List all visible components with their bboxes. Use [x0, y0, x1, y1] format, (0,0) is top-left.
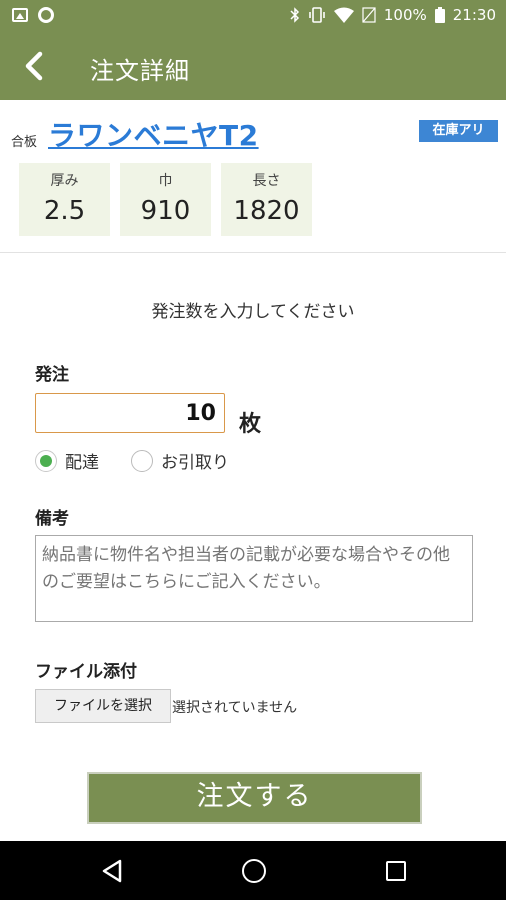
spec-label: 巾 [158, 173, 173, 189]
circle-home-icon[interactable] [242, 859, 266, 883]
divider [0, 252, 506, 253]
spec-length: 長さ 1820 [221, 163, 312, 236]
vibrate-icon [309, 7, 325, 23]
chevron-left-icon [25, 51, 43, 81]
sync-notification-icon [38, 7, 54, 23]
page-title: 注文詳細 [90, 57, 190, 85]
system-nav-bar [0, 841, 506, 900]
spec-value: 2.5 [43, 196, 86, 226]
radio-delivery[interactable] [35, 449, 57, 472]
wifi-icon [333, 7, 354, 23]
no-signal-icon [362, 7, 376, 23]
bluetooth-icon [290, 7, 299, 23]
square-recent-icon[interactable] [386, 861, 406, 881]
notes-field[interactable] [35, 535, 473, 622]
battery-percent: 100% [383, 6, 427, 24]
spec-width: 巾 910 [120, 163, 211, 236]
app-bar: 注文詳細 [0, 32, 506, 100]
stock-badge: 在庫アリ [419, 120, 498, 142]
spec-value: 1820 [233, 196, 300, 226]
unit-label: 枚 [239, 412, 262, 437]
delivery-options: 配達 お引取り [35, 448, 229, 473]
file-status-text: 選択されていません [172, 700, 298, 716]
battery-icon [434, 7, 445, 23]
spec-list: 厚み 2.5 巾 910 長さ 1820 [19, 163, 312, 236]
radio-pickup-label[interactable]: お引取り [161, 448, 229, 473]
radio-pickup[interactable] [131, 449, 153, 472]
triangle-back-icon[interactable] [100, 859, 124, 883]
radio-delivery-label[interactable]: 配達 [65, 448, 99, 473]
product-category: 合板 [11, 135, 38, 150]
notes-label: 備考 [35, 509, 69, 529]
back-button[interactable] [18, 46, 54, 86]
spec-value: 910 [140, 196, 191, 226]
status-bar: 100% 21:30 [0, 0, 506, 32]
spec-thickness: 厚み 2.5 [19, 163, 110, 236]
instruction-text: 発注数を入力してください [151, 302, 355, 322]
spec-label: 長さ [252, 173, 281, 189]
clock: 21:30 [452, 6, 496, 24]
file-select-button[interactable]: ファイルを選択 [35, 689, 171, 723]
image-notification-icon [12, 8, 28, 22]
quantity-input[interactable] [35, 393, 225, 433]
spec-label: 厚み [50, 173, 79, 189]
order-label: 発注 [35, 365, 69, 385]
attachment-label: ファイル添付 [35, 662, 137, 682]
product-name-link[interactable]: ラワンベニヤT2 [48, 114, 259, 154]
order-button[interactable]: 注文する [87, 772, 422, 824]
